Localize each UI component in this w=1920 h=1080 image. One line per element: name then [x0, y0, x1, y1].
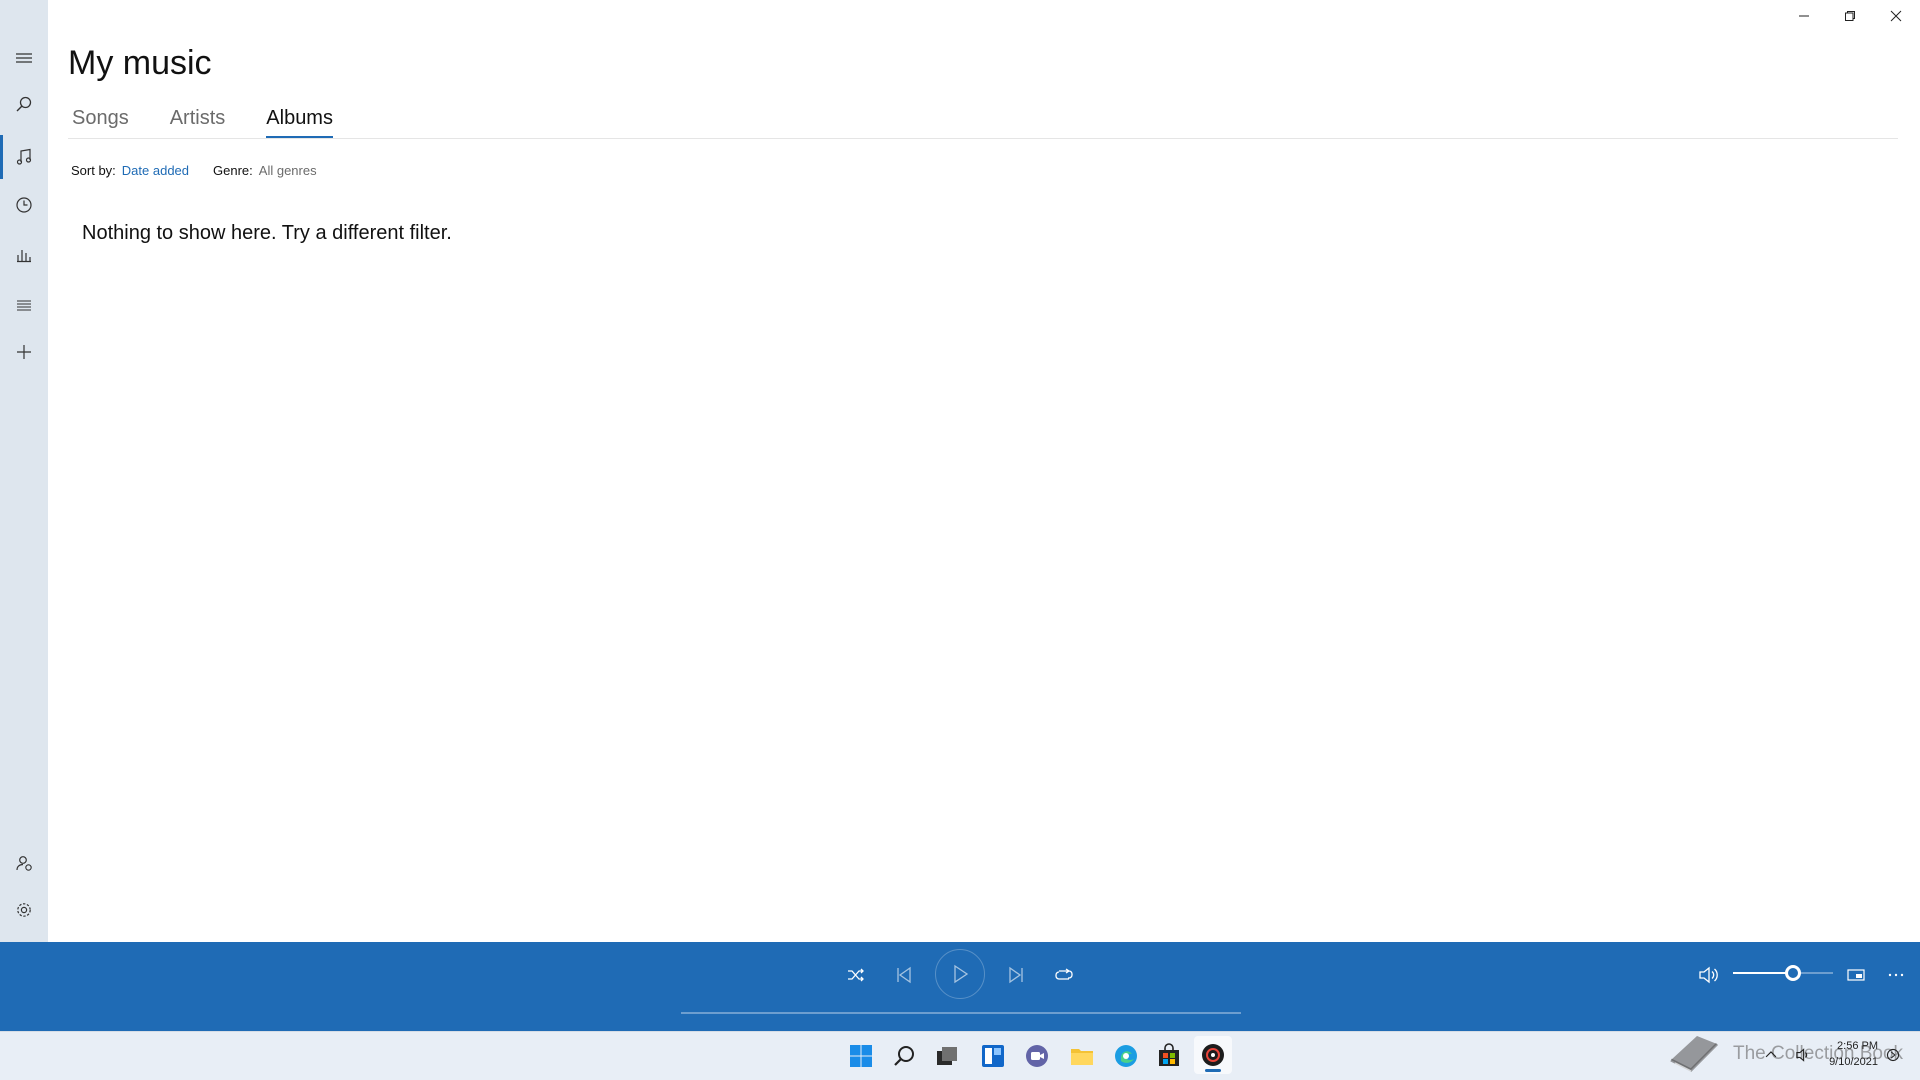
tab-artists[interactable]: Artists	[170, 107, 226, 138]
equalizer-icon[interactable]	[0, 233, 48, 277]
hamburger-menu-icon[interactable]	[0, 36, 48, 80]
pivot-tabs: Songs Artists Albums	[72, 107, 374, 138]
taskbar-search-icon[interactable]	[886, 1037, 924, 1075]
store-icon[interactable]	[1150, 1037, 1188, 1075]
sort-dropdown[interactable]: Date added	[122, 163, 189, 178]
clock-icon[interactable]	[0, 183, 48, 227]
close-icon	[1890, 10, 1902, 22]
edge-icon[interactable]	[1107, 1037, 1145, 1075]
close-button[interactable]	[1873, 0, 1919, 32]
volume-slider[interactable]	[1733, 965, 1833, 981]
windows-start-icon[interactable]	[842, 1037, 880, 1075]
tab-songs[interactable]: Songs	[72, 107, 129, 138]
task-view-icon[interactable]	[928, 1037, 966, 1075]
minimize-icon	[1799, 15, 1809, 17]
repeat-icon	[1055, 968, 1073, 980]
playlist-icon[interactable]	[0, 283, 48, 327]
person-icon[interactable]	[0, 841, 48, 885]
more-icon	[1888, 973, 1904, 977]
active-app-indicator	[1205, 1069, 1221, 1072]
sort-label: Sort by:	[71, 163, 116, 178]
minimize-button[interactable]	[1781, 0, 1827, 32]
file-explorer-icon[interactable]	[1063, 1037, 1101, 1075]
seek-bar[interactable]	[681, 1012, 1241, 1014]
chat-icon[interactable]	[1018, 1037, 1056, 1075]
genre-dropdown[interactable]: All genres	[259, 163, 317, 178]
previous-button[interactable]	[890, 961, 918, 989]
filter-bar: Sort by: Date added Genre: All genres	[71, 163, 317, 178]
tab-divider	[68, 138, 1898, 139]
restore-icon	[1845, 11, 1855, 21]
music-note-icon[interactable]	[0, 135, 48, 179]
widgets-icon[interactable]	[974, 1037, 1012, 1075]
clock-time[interactable]: 2:56 PM	[1830, 1040, 1878, 1052]
volume-button[interactable]	[1694, 961, 1722, 989]
chevron-up-icon[interactable]	[1758, 1040, 1784, 1070]
genre-label: Genre:	[213, 163, 253, 178]
tab-albums[interactable]: Albums	[266, 107, 333, 138]
next-icon	[1009, 966, 1023, 984]
plus-icon[interactable]	[0, 330, 48, 374]
restore-button[interactable]	[1827, 0, 1873, 32]
mini-view-button[interactable]	[1842, 961, 1870, 989]
nav-rail	[0, 0, 48, 942]
tray-speaker-icon[interactable]	[1790, 1040, 1816, 1070]
previous-icon	[897, 966, 911, 984]
next-button[interactable]	[1002, 961, 1030, 989]
more-options-button[interactable]	[1882, 961, 1910, 989]
volume-thumb[interactable]	[1785, 965, 1801, 981]
play-icon	[946, 960, 974, 988]
clock-date[interactable]: 9/10/2021	[1822, 1056, 1878, 1068]
notifications-icon[interactable]	[1880, 1040, 1906, 1070]
search-icon[interactable]	[0, 82, 48, 126]
speaker-icon	[1699, 966, 1718, 984]
gear-icon[interactable]	[0, 888, 48, 932]
repeat-button[interactable]	[1050, 961, 1078, 989]
page-title: My music	[68, 44, 212, 82]
watermark-book-icon	[1667, 1030, 1721, 1074]
shuffle-icon	[848, 968, 864, 982]
mini-view-icon	[1847, 969, 1865, 981]
empty-state-message: Nothing to show here. Try a different fi…	[82, 222, 452, 244]
volume-fill	[1733, 972, 1793, 974]
shuffle-button[interactable]	[842, 961, 870, 989]
